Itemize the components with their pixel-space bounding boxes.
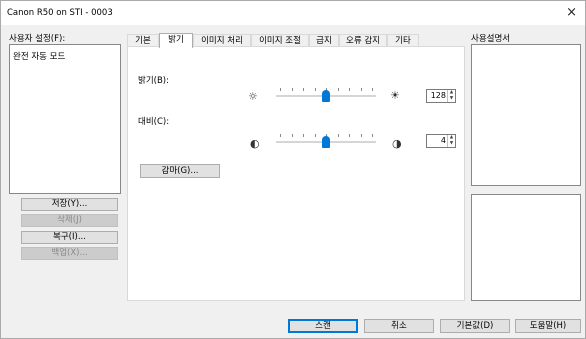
contrast-slider[interactable]	[276, 134, 376, 150]
manual-box	[471, 44, 581, 186]
brightness-high-icon: ☀	[390, 89, 400, 102]
brightness-low-icon: ☼	[248, 90, 258, 103]
slider-tick	[292, 134, 293, 137]
slider-tick	[349, 88, 350, 91]
backup-button[interactable]: 백업(X)...	[21, 247, 118, 260]
delete-button[interactable]: 삭제(J)	[21, 214, 118, 227]
list-item[interactable]: 완전 자동 모드	[13, 50, 65, 62]
spin-up-icon[interactable]: ▲	[450, 135, 453, 140]
slider-tick	[372, 134, 373, 137]
tab-brightness[interactable]: 밝기	[159, 33, 193, 48]
manual-label: 사용설명서	[471, 34, 511, 44]
slider-tick	[349, 134, 350, 137]
brightness-slider[interactable]	[276, 88, 376, 104]
preview-box	[471, 194, 581, 301]
contrast-low-icon: ◐	[250, 137, 260, 150]
scan-button[interactable]: 스캔	[288, 319, 358, 333]
slider-thumb[interactable]	[322, 90, 330, 102]
help-button[interactable]: 도움말(H)	[515, 319, 581, 333]
slider-tick	[303, 88, 304, 91]
gamma-button[interactable]: 감마(G)...	[140, 164, 220, 178]
slider-tick	[361, 134, 362, 137]
contrast-spinbox[interactable]: 4 ▲ ▼	[426, 134, 456, 148]
slider-tick	[303, 134, 304, 137]
slider-tick	[338, 88, 339, 91]
slider-tick	[372, 88, 373, 91]
restore-button[interactable]: 복구(I)...	[21, 231, 118, 244]
title-bar[interactable]: Canon R50 on STI - 0003 ×	[1, 1, 585, 25]
spin-arrows[interactable]: ▲ ▼	[447, 135, 455, 147]
dialog-window: Canon R50 on STI - 0003 × 사용자 설정(F): 완전 …	[0, 0, 586, 339]
contrast-value: 4	[440, 136, 446, 145]
slider-thumb[interactable]	[322, 136, 330, 148]
close-icon[interactable]: ×	[566, 5, 577, 20]
save-button[interactable]: 저장(Y)...	[21, 198, 118, 211]
brightness-label: 밝기(B):	[138, 76, 169, 86]
contrast-label: 대비(C):	[138, 117, 170, 127]
slider-tick	[338, 134, 339, 137]
slider-tick	[280, 134, 281, 137]
spin-up-icon[interactable]: ▲	[450, 90, 453, 95]
slider-tick	[315, 134, 316, 137]
slider-tick	[361, 88, 362, 91]
slider-tick	[315, 88, 316, 91]
brightness-spinbox[interactable]: 128 ▲ ▼	[426, 89, 456, 103]
brightness-value: 128	[430, 91, 446, 100]
slider-tick	[280, 88, 281, 91]
spin-down-icon[interactable]: ▼	[450, 141, 453, 146]
user-settings-list[interactable]: 완전 자동 모드	[9, 44, 121, 194]
spin-down-icon[interactable]: ▼	[450, 96, 453, 101]
slider-tick	[292, 88, 293, 91]
contrast-high-icon: ◑	[392, 137, 402, 150]
brightness-panel: 밝기(B): ☼ ☀ 128 ▲ ▼ 대비(C): ◐ ◑ 4 ▲ ▼ 감마(G).…	[127, 46, 465, 301]
window-title: Canon R50 on STI - 0003	[7, 8, 113, 18]
spin-arrows[interactable]: ▲ ▼	[447, 90, 455, 102]
defaults-button[interactable]: 기본값(D)	[440, 319, 510, 333]
user-settings-label: 사용자 설정(F):	[9, 34, 66, 44]
cancel-button[interactable]: 취소	[364, 319, 434, 333]
